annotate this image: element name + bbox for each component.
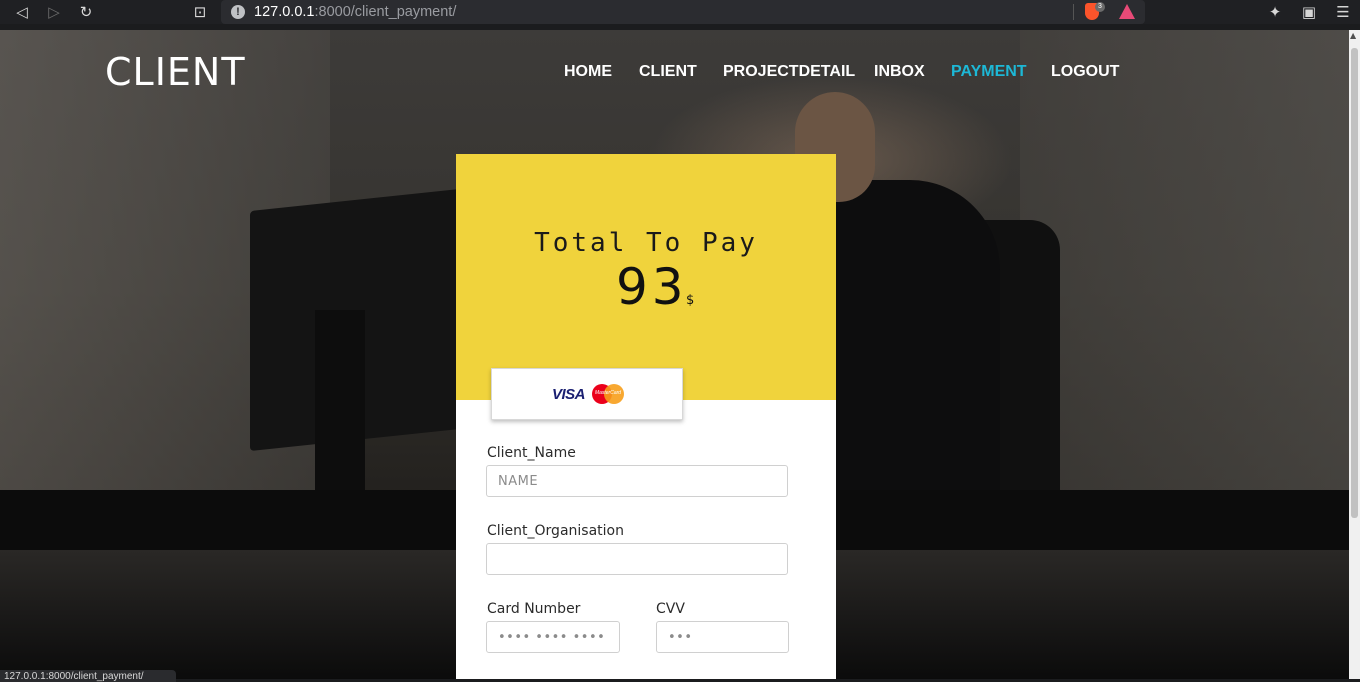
client-organisation-label: Client_Organisation	[487, 523, 624, 539]
scroll-up-arrow-icon[interactable]: ▲	[1350, 31, 1356, 40]
mastercard-wordmark: MasterCard	[594, 390, 622, 396]
client-name-input[interactable]	[486, 465, 788, 497]
nav-inbox[interactable]: INBOX	[874, 63, 925, 81]
currency-symbol: $	[686, 293, 695, 308]
arrow-right-icon[interactable]: ▷	[44, 2, 64, 22]
hamburger-icon[interactable]: ☰	[1333, 2, 1353, 22]
rewards-icon[interactable]	[1119, 4, 1135, 19]
link-status-tooltip: 127.0.0.1:8000/client_payment/	[0, 670, 176, 682]
url-host: 127.0.0.1	[254, 4, 315, 20]
payment-card: Total To Pay 93 $ VISA MasterCard Client…	[456, 154, 836, 679]
url-divider	[1073, 4, 1074, 20]
wallet-icon[interactable]: ▣	[1299, 2, 1319, 22]
nav-client[interactable]: CLIENT	[639, 63, 697, 81]
mastercard-logo-icon: MasterCard	[592, 384, 624, 404]
background-monitor-stand	[315, 310, 365, 490]
background-wall	[1020, 30, 1349, 500]
url-path: :8000/client_payment/	[314, 4, 457, 20]
cvv-label: CVV	[656, 601, 685, 617]
total-label: Total To Pay	[534, 228, 758, 258]
shield-count-badge: 3	[1095, 2, 1105, 12]
visa-logo-icon: VISA	[552, 386, 586, 403]
card-number-label: Card Number	[487, 601, 581, 617]
nav-payment[interactable]: PAYMENT	[951, 63, 1027, 81]
client-name-label: Client_Name	[487, 445, 576, 461]
card-number-input[interactable]	[486, 621, 620, 653]
bookmark-icon[interactable]: ⊡	[190, 2, 210, 22]
cvv-input[interactable]	[656, 621, 789, 653]
card-brand-logos: VISA MasterCard	[491, 368, 683, 420]
browser-toolbar: ◁ ▷ ↻ ⊡ ! 127.0.0.1:8000/client_payment/…	[0, 0, 1360, 24]
address-bar[interactable]: ! 127.0.0.1:8000/client_payment/ 3	[221, 0, 1145, 24]
total-amount: 93	[616, 258, 688, 316]
scrollbar-thumb[interactable]	[1351, 48, 1358, 518]
nav-logout[interactable]: LOGOUT	[1051, 63, 1119, 81]
info-icon[interactable]: !	[231, 5, 245, 19]
puzzle-icon[interactable]: ✦	[1265, 2, 1285, 22]
nav-home[interactable]: HOME	[564, 63, 612, 81]
brand-logo[interactable]: CLIENT	[105, 50, 246, 94]
client-organisation-input[interactable]	[486, 543, 788, 575]
reload-icon[interactable]: ↻	[76, 2, 96, 22]
arrow-left-icon[interactable]: ◁	[12, 2, 32, 22]
payment-card-header: Total To Pay 93 $	[456, 154, 836, 400]
nav-projectdetail[interactable]: PROJECTDETAIL	[723, 63, 855, 81]
